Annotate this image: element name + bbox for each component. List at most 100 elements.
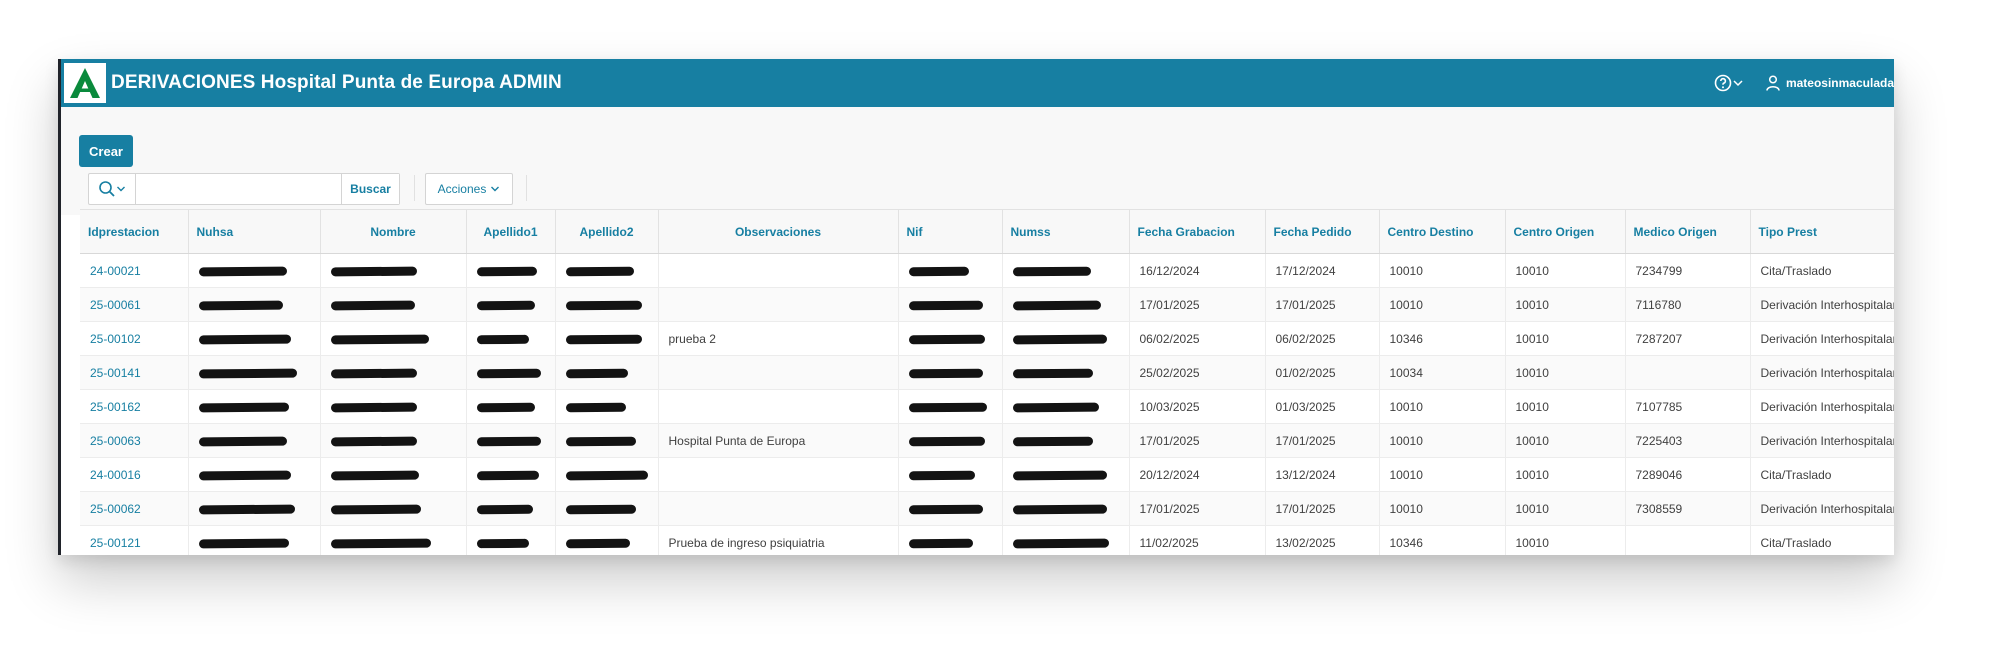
redacted-value <box>1012 436 1093 447</box>
redacted-value <box>565 266 634 277</box>
cell-centro-origen: 10010 <box>1505 321 1626 356</box>
column-header-fecha-pedido[interactable]: Fecha Pedido <box>1265 209 1380 254</box>
table-row[interactable]: 25-00162 10/03/2025 01/03/2025 10010 10010 71… <box>80 389 1894 424</box>
cell-nombre <box>320 253 467 288</box>
table-row[interactable]: 25-00121 Prueba de ingreso psiquiatria 11/… <box>80 525 1894 555</box>
search-button[interactable]: Buscar <box>341 174 399 204</box>
redacted-value <box>476 402 535 413</box>
cell-idprestacion[interactable]: 25-00063 <box>80 423 189 458</box>
cell-idprestacion[interactable]: 25-00121 <box>80 525 189 555</box>
cell-idprestacion[interactable]: 25-00102 <box>80 321 189 356</box>
cell-apellido1 <box>466 525 556 555</box>
column-header-medico-origen[interactable]: Medico Origen <box>1625 209 1751 254</box>
cell-numss <box>1002 423 1130 458</box>
cell-tipo-prest: Derivación Interhospitalaria <box>1750 389 1894 424</box>
cell-centro-origen: 10010 <box>1505 457 1626 492</box>
cell-nuhsa <box>188 355 321 390</box>
redacted-value <box>476 266 537 277</box>
column-header-tipo-prest[interactable]: Tipo Prest <box>1750 209 1894 254</box>
table-row[interactable]: 25-00062 17/01/2025 17/01/2025 10010 10010 73… <box>80 491 1894 526</box>
cell-centro-destino: 10010 <box>1379 253 1506 288</box>
cell-apellido1 <box>466 287 556 322</box>
table-row[interactable]: 25-00063 Hospital Punta de Europa 17/01/20… <box>80 423 1894 458</box>
cell-tipo-prest: Cita/Traslado <box>1750 457 1894 492</box>
column-header-nombre[interactable]: Nombre <box>320 209 467 254</box>
cell-numss <box>1002 525 1130 555</box>
cell-observaciones: Prueba de ingreso psiquiatria <box>658 525 899 555</box>
column-header-nuhsa[interactable]: Nuhsa <box>188 209 321 254</box>
redacted-value <box>330 504 421 515</box>
table-row[interactable]: 25-00141 25/02/2025 01/02/2025 10034 10010 De… <box>80 355 1894 390</box>
table-row[interactable]: 25-00061 17/01/2025 17/01/2025 10010 10010 71… <box>80 287 1894 322</box>
cell-centro-origen: 10010 <box>1505 287 1626 322</box>
cell-fecha-pedido: 17/01/2025 <box>1265 287 1380 322</box>
column-header-idprestacion[interactable]: Idprestacion <box>80 209 189 254</box>
column-header-centro-destino[interactable]: Centro Destino <box>1379 209 1506 254</box>
cell-fecha-grabacion: 17/01/2025 <box>1129 287 1266 322</box>
actions-menu-button[interactable]: Acciones <box>425 173 513 205</box>
redacted-value <box>330 470 419 481</box>
cell-nombre <box>320 491 467 526</box>
junta-andalucia-logo[interactable] <box>64 63 106 103</box>
cell-idprestacion[interactable]: 25-00141 <box>80 355 189 390</box>
cell-fecha-pedido: 01/02/2025 <box>1265 355 1380 390</box>
search-input[interactable] <box>136 174 341 202</box>
cell-numss <box>1002 355 1130 390</box>
column-header-observaciones[interactable]: Observaciones <box>658 209 899 254</box>
cell-idprestacion[interactable]: 24-00016 <box>80 457 189 492</box>
cell-idprestacion[interactable]: 24-00021 <box>80 253 189 288</box>
cell-idprestacion[interactable]: 25-00062 <box>80 491 189 526</box>
help-menu[interactable] <box>1714 74 1744 92</box>
cell-medico-origen: 7308559 <box>1625 491 1751 526</box>
cell-idprestacion[interactable]: 25-00162 <box>80 389 189 424</box>
cell-numss <box>1002 389 1130 424</box>
table-row[interactable]: 25-00102 prueba 2 06/02/2025 06/02/2025 1034… <box>80 321 1894 356</box>
table-row[interactable]: 24-00016 20/12/2024 13/12/2024 10010 10010 72… <box>80 457 1894 492</box>
user-menu[interactable]: mateosinmaculada <box>1766 75 1894 91</box>
column-header-centro-origen[interactable]: Centro Origen <box>1505 209 1626 254</box>
cell-nombre <box>320 525 467 555</box>
redacted-value <box>908 504 983 515</box>
redacted-value <box>565 402 626 413</box>
chevron-down-icon <box>117 186 125 192</box>
cell-medico-origen: 7289046 <box>1625 457 1751 492</box>
logo-a-icon <box>70 68 100 98</box>
cell-observaciones: prueba 2 <box>658 321 899 356</box>
cell-tipo-prest: Derivación Interhospitalaria <box>1750 355 1894 390</box>
app-title: DERIVACIONES Hospital Punta de Europa AD… <box>111 72 562 93</box>
cell-fecha-grabacion: 10/03/2025 <box>1129 389 1266 424</box>
create-button[interactable]: Crear <box>79 135 133 167</box>
cell-nuhsa <box>188 457 321 492</box>
cell-centro-origen: 10010 <box>1505 423 1626 458</box>
chevron-down-icon <box>1733 80 1743 87</box>
redacted-value <box>1012 470 1107 481</box>
column-header-numss[interactable]: Numss <box>1002 209 1130 254</box>
redacted-value <box>476 300 535 311</box>
table-row[interactable]: 24-00021 16/12/2024 17/12/2024 10010 10010 72… <box>80 253 1894 288</box>
cell-nif <box>898 321 1003 356</box>
redacted-value <box>330 334 429 345</box>
cell-nuhsa <box>188 389 321 424</box>
cell-centro-origen: 10010 <box>1505 491 1626 526</box>
redacted-value <box>198 300 283 311</box>
user-name: mateosinmaculada <box>1785 76 1894 90</box>
cell-centro-destino: 10010 <box>1379 423 1506 458</box>
cell-nuhsa <box>188 491 321 526</box>
column-header-apellido2[interactable]: Apellido2 <box>555 209 659 254</box>
cell-tipo-prest: Derivación Interhospitalaria <box>1750 287 1894 322</box>
redacted-value <box>908 334 985 345</box>
redacted-value <box>198 402 289 413</box>
cell-centro-destino: 10034 <box>1379 355 1506 390</box>
column-header-fecha-grabacion[interactable]: Fecha Grabacion <box>1129 209 1266 254</box>
app-window: DERIVACIONES Hospital Punta de Europa AD… <box>58 59 1894 555</box>
cell-centro-destino: 10346 <box>1379 525 1506 555</box>
cell-apellido2 <box>555 355 659 390</box>
cell-idprestacion[interactable]: 25-00061 <box>80 287 189 322</box>
cell-apellido1 <box>466 321 556 356</box>
redacted-value <box>1012 402 1099 413</box>
column-header-nif[interactable]: Nif <box>898 209 1003 254</box>
actions-label: Acciones <box>437 182 487 196</box>
redacted-value <box>476 504 533 515</box>
search-column-selector[interactable] <box>89 174 136 204</box>
column-header-apellido1[interactable]: Apellido1 <box>466 209 556 254</box>
